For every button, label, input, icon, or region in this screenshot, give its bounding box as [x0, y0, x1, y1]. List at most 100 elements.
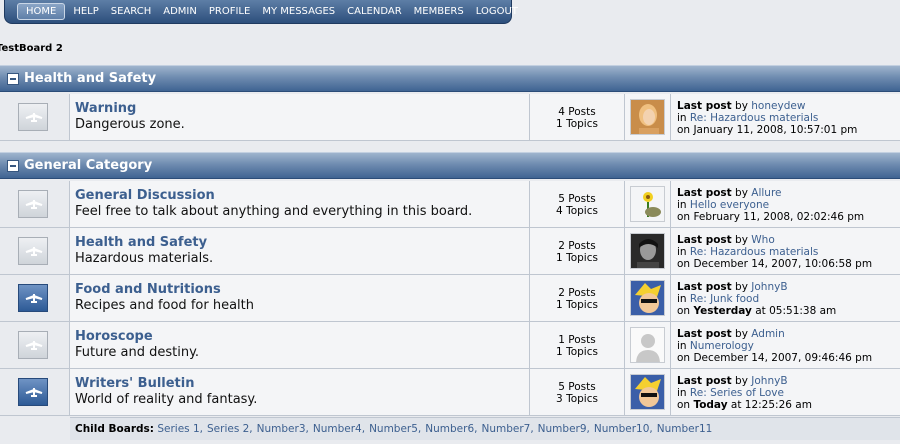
in-label: in	[677, 246, 687, 258]
blonde-woman-avatar	[630, 99, 665, 135]
nav-search[interactable]: SEARCH	[105, 6, 157, 17]
nav-admin[interactable]: ADMIN	[157, 6, 203, 17]
in-label: in	[677, 340, 687, 352]
nav-profile[interactable]: PROFILE	[203, 6, 256, 17]
in-label: in	[677, 199, 687, 211]
in-label: in	[677, 112, 687, 124]
last-post-user[interactable]: JohnyB	[751, 281, 787, 293]
board-name[interactable]: Horoscope	[75, 329, 199, 344]
last-post-info: Last post by Allure in Hello everyone on…	[670, 181, 900, 227]
board-no-new-posts-icon[interactable]	[18, 237, 48, 265]
last-post-info: Last post by JohnyB in Re: Junk food on …	[670, 275, 900, 321]
by-label: by	[735, 234, 748, 246]
board-description: Dangerous zone.	[75, 117, 185, 132]
child-board-link[interactable]: Number7,	[481, 423, 533, 435]
post-count: 1 Posts	[558, 334, 596, 346]
last-post-date: at 05:51:38 am	[755, 305, 837, 317]
on-label: on	[677, 211, 691, 223]
post-count: 5 Posts	[558, 193, 596, 205]
nav-members[interactable]: MEMBERS	[408, 6, 470, 17]
nav-logout[interactable]: LOGOUT	[470, 6, 524, 17]
child-board-link[interactable]: Number9,	[538, 423, 590, 435]
last-post-label: Last post	[677, 187, 732, 199]
man-portrait-avatar	[630, 233, 665, 269]
board-description: Recipes and food for health	[75, 298, 254, 313]
topic-count: 1 Topics	[556, 118, 598, 130]
by-label: by	[735, 100, 748, 112]
board-row-food-and-nutritions: Food and Nutritions Recipes and food for…	[0, 275, 900, 322]
last-post-topic[interactable]: Re: Junk food	[690, 293, 759, 305]
category-title[interactable]: Health and Safety	[24, 71, 156, 86]
last-post-label: Last post	[677, 100, 732, 112]
nav-my-messages[interactable]: MY MESSAGES	[256, 6, 341, 17]
board-icon-cell	[0, 228, 70, 274]
board-row-writers-bulletin: Writers' Bulletin World of reality and f…	[0, 369, 900, 416]
board-name[interactable]: Warning	[75, 101, 185, 116]
last-post-user[interactable]: JohnyB	[751, 375, 787, 387]
category-title[interactable]: General Category	[24, 158, 152, 173]
post-count: 2 Posts	[558, 287, 596, 299]
board-stats: 2 Posts 1 Topics	[529, 275, 625, 321]
child-boards: Child Boards: Series 1, Series 2, Number3,…	[70, 417, 900, 440]
topic-count: 1 Topics	[556, 299, 598, 311]
child-board-link[interactable]: Number10,	[594, 423, 653, 435]
board-row-warning: Warning Dangerous zone. 4 Posts 1 Topics…	[0, 94, 900, 141]
board-new-posts-icon[interactable]	[18, 284, 48, 312]
board-icon-cell	[0, 322, 70, 368]
last-post-date-relative: Yesterday	[693, 305, 752, 317]
board-no-new-posts-icon[interactable]	[18, 190, 48, 218]
nav-help[interactable]: HELP	[67, 6, 104, 17]
last-post-user[interactable]: Admin	[751, 328, 784, 340]
nav-calendar[interactable]: CALENDAR	[341, 6, 408, 17]
board-stats: 5 Posts 4 Topics	[529, 181, 625, 227]
board-name[interactable]: Health and Safety	[75, 235, 213, 250]
board-name[interactable]: Food and Nutritions	[75, 282, 254, 297]
board-no-new-posts-icon[interactable]	[18, 103, 48, 131]
board-icon-cell	[0, 275, 70, 321]
last-post-topic[interactable]: Numerology	[690, 340, 754, 352]
cartoon-avatar	[630, 374, 665, 410]
board-new-posts-icon[interactable]	[18, 378, 48, 406]
topic-count: 4 Topics	[556, 205, 598, 217]
child-board-link[interactable]: Series 2,	[207, 423, 253, 435]
child-board-link[interactable]: Number5,	[369, 423, 421, 435]
post-count: 4 Posts	[558, 106, 596, 118]
post-count: 5 Posts	[558, 381, 596, 393]
board-row-health-and-safety: Health and Safety Hazardous materials. 2…	[0, 228, 900, 275]
last-post-topic[interactable]: Hello everyone	[690, 199, 769, 211]
last-post-info: Last post by Who in Re: Hazardous materi…	[670, 228, 900, 274]
last-post-date: December 14, 2007, 09:46:46 pm	[693, 352, 873, 364]
board-name[interactable]: Writers' Bulletin	[75, 376, 257, 391]
post-count: 2 Posts	[558, 240, 596, 252]
last-post-user[interactable]: honeydew	[751, 100, 805, 112]
last-post-topic[interactable]: Re: Series of Love	[690, 387, 784, 399]
child-board-link[interactable]: Number3,	[257, 423, 309, 435]
last-post-info: Last post by JohnyB in Re: Series of Lov…	[670, 369, 900, 415]
child-board-link[interactable]: Number11	[657, 423, 713, 435]
in-label: in	[677, 293, 687, 305]
by-label: by	[735, 281, 748, 293]
last-post-user[interactable]: Who	[751, 234, 774, 246]
board-name[interactable]: General Discussion	[75, 188, 472, 203]
by-label: by	[735, 375, 748, 387]
child-board-link[interactable]: Number4,	[313, 423, 365, 435]
board-description: Future and destiny.	[75, 345, 200, 360]
breadcrumb[interactable]: TestBoard 2	[0, 43, 63, 54]
on-label: on	[677, 124, 691, 136]
last-post-user[interactable]: Allure	[751, 187, 781, 199]
child-board-link[interactable]: Series 1,	[157, 423, 203, 435]
topic-count: 1 Topics	[556, 252, 598, 264]
board-no-new-posts-icon[interactable]	[18, 331, 48, 359]
collapse-icon[interactable]	[7, 72, 19, 85]
child-board-link[interactable]: Number6,	[425, 423, 477, 435]
last-post-topic[interactable]: Re: Hazardous materials	[690, 246, 818, 258]
board-icon-cell	[0, 181, 70, 227]
main-nav: HOME HELP SEARCH ADMIN PROFILE MY MESSAG…	[4, 0, 518, 24]
collapse-icon[interactable]	[7, 159, 19, 172]
by-label: by	[735, 328, 748, 340]
default-silhouette-avatar	[630, 327, 665, 363]
nav-home[interactable]: HOME	[17, 3, 66, 20]
last-post-topic[interactable]: Re: Hazardous materials	[690, 112, 818, 124]
on-label: on	[677, 258, 691, 270]
board-icon-cell	[0, 94, 70, 140]
